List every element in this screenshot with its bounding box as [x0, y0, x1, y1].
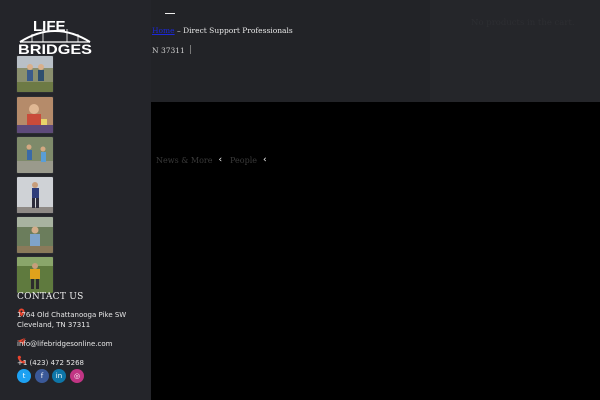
- linkedin-icon: in: [55, 372, 63, 380]
- gallery-photo-3[interactable]: [17, 137, 53, 173]
- gallery-photo-2[interactable]: [17, 97, 53, 133]
- gallery-photo-6[interactable]: [17, 257, 53, 293]
- cart-panel: [430, 0, 600, 102]
- linkedin-link[interactable]: in: [52, 369, 66, 383]
- contact-heading: CONTACT US: [17, 292, 84, 302]
- chevron-left-icon: ‹: [263, 155, 267, 165]
- nav-item-label: People: [230, 155, 257, 165]
- breadcrumb-current: Direct Support Professionals: [183, 26, 293, 35]
- breadcrumb-separator: –: [174, 26, 184, 35]
- contact-phone[interactable]: +1 (423) 472 5268: [17, 359, 84, 367]
- twitter-link[interactable]: t: [17, 369, 31, 383]
- sidebar: LIFE BRIDGES CONTACT US 1764 Old Chattan…: [0, 0, 151, 400]
- photo-image: [17, 257, 53, 293]
- facebook-icon: f: [40, 372, 44, 380]
- facebook-link[interactable]: f: [35, 369, 49, 383]
- gallery-photo-5[interactable]: [17, 217, 53, 253]
- site-logo[interactable]: LIFE BRIDGES: [17, 16, 93, 56]
- photo-image: [17, 97, 53, 133]
- address-line-1: 1764 Old Chattanooga Pike SW: [17, 311, 127, 319]
- logo-graphic: LIFE BRIDGES: [18, 18, 92, 56]
- send-icon: [17, 331, 26, 346]
- header-dash-divider: [165, 13, 175, 14]
- phone-icon: [17, 349, 26, 364]
- photo-image: [17, 137, 53, 173]
- header-address-fragment: N 37311: [152, 46, 185, 55]
- nav-item-people[interactable]: People ‹: [230, 155, 267, 165]
- instagram-icon: ◎: [73, 372, 81, 380]
- photo-image: [17, 177, 53, 213]
- gallery-photo-1[interactable]: [17, 56, 53, 92]
- chevron-left-icon: ‹: [218, 155, 223, 165]
- nav-item-label: News & More: [156, 155, 213, 165]
- cart-empty-text: No products in the cart.: [471, 18, 575, 28]
- breadcrumb: Home – Direct Support Professionals: [152, 26, 293, 35]
- photo-image: [17, 56, 53, 92]
- svg-text:BRIDGES: BRIDGES: [18, 41, 92, 56]
- address-line-2: Cleveland, TN 37311: [17, 321, 91, 329]
- map-pin-icon: [17, 302, 26, 317]
- contact-email[interactable]: info@lifebridgesonline.com: [17, 340, 112, 348]
- nav-item-news-more[interactable]: News & More ‹: [156, 155, 222, 165]
- twitter-icon: t: [22, 372, 26, 380]
- photo-image: [17, 217, 53, 253]
- instagram-link[interactable]: ◎: [70, 369, 84, 383]
- svg-text:LIFE: LIFE: [33, 18, 66, 35]
- breadcrumb-home-link[interactable]: Home: [152, 26, 175, 35]
- gallery-photo-4[interactable]: [17, 177, 53, 213]
- header-vertical-separator: [190, 45, 191, 54]
